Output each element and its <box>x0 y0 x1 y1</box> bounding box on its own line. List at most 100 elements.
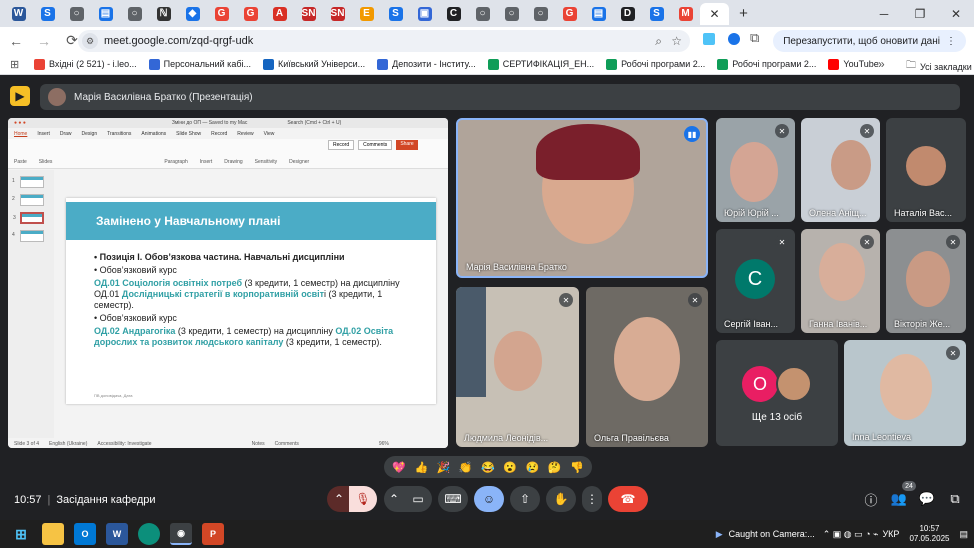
reaction-emoji[interactable]: 😢 <box>526 461 540 474</box>
browser-tab[interactable]: ○ <box>120 3 149 25</box>
file-explorer-icon[interactable] <box>42 523 64 545</box>
apps-grid-icon[interactable]: ⊞ <box>10 58 24 71</box>
extension-icon[interactable] <box>728 33 740 45</box>
edge-icon[interactable] <box>138 523 160 545</box>
info-icon[interactable]: ⓘ <box>860 488 882 510</box>
browser-tab[interactable]: ▤ <box>584 3 613 25</box>
chrome-icon[interactable]: ◉ <box>170 523 192 545</box>
presentation-icon[interactable]: ▶ <box>10 86 30 106</box>
browser-tab[interactable]: SN <box>294 3 323 25</box>
keyboard-lang[interactable]: УКР <box>882 529 899 539</box>
browser-tab[interactable]: G <box>236 3 265 25</box>
others-tile[interactable]: О Ще 13 осіб <box>716 340 838 446</box>
bookmarks-more-icon[interactable]: » <box>878 57 885 71</box>
browser-tab[interactable]: SN <box>323 3 352 25</box>
reaction-emoji[interactable]: 🤔 <box>548 461 562 474</box>
leave-call-button[interactable]: ☎ <box>608 486 648 512</box>
active-tab[interactable]: ✕ <box>700 2 729 25</box>
browser-tab[interactable]: E <box>352 3 381 25</box>
all-bookmarks-folder[interactable]: 🗀 Усі закладки <box>906 58 972 75</box>
bookmark-star-icon[interactable]: ☆ <box>671 34 682 48</box>
browser-tab[interactable]: G <box>207 3 236 25</box>
browser-tab[interactable]: D <box>613 3 642 25</box>
browser-tab[interactable]: ▣ <box>410 3 439 25</box>
browser-tab[interactable]: ℕ <box>149 3 178 25</box>
camera-button[interactable]: ▭ <box>404 486 432 512</box>
url-text[interactable]: meet.google.com/zqd-qrgf-udk <box>104 35 253 47</box>
browser-tab[interactable]: ○ <box>497 3 526 25</box>
browser-tab[interactable]: ○ <box>468 3 497 25</box>
new-tab-button[interactable]: + <box>729 3 758 25</box>
participant-tile[interactable]: С ✕ Сергій Іван... <box>716 229 795 333</box>
browser-tab[interactable]: ○ <box>526 3 555 25</box>
address-bar[interactable]: ⚙ meet.google.com/zqd-qrgf-udk ⌕ ☆ <box>78 30 690 52</box>
people-icon[interactable]: 👥 <box>888 488 910 510</box>
browser-tab[interactable]: S <box>381 3 410 25</box>
participant-tile[interactable]: ✕ Ольга Правільєва <box>586 287 708 447</box>
bookmark-item[interactable]: Робочі програми 2... <box>717 58 816 70</box>
bookmark-item[interactable]: Робочі програми 2... <box>606 58 705 70</box>
relaunch-button[interactable]: Перезапустити, щоб оновити дані ⋮ <box>773 30 966 52</box>
reaction-emoji[interactable]: 🎉 <box>437 461 451 474</box>
participant-tile[interactable]: ✕ Inna Leontieva <box>844 340 966 446</box>
participant-tile[interactable]: Наталія Вас... <box>886 118 966 222</box>
bookmark-item[interactable]: Вхідні (2 521) - i.leo... <box>34 58 137 70</box>
back-arrow-icon[interactable]: ← <box>4 29 28 53</box>
camera-options-button[interactable]: ⌃ <box>384 486 404 512</box>
browser-tab[interactable]: S <box>33 3 62 25</box>
participant-tile[interactable]: ✕ Людмила Леонідів... <box>456 287 579 447</box>
browser-tab[interactable]: C <box>439 3 468 25</box>
participant-tile[interactable]: ✕ Юрій Юрій ... <box>716 118 795 222</box>
close-tab-icon[interactable]: ✕ <box>709 7 719 21</box>
activities-icon[interactable]: ⧉ <box>944 488 966 510</box>
raise-hand-button[interactable]: ✋ <box>546 486 576 512</box>
powerpoint-icon[interactable]: P <box>202 523 224 545</box>
bookmark-item[interactable]: Персональний кабі... <box>148 58 251 70</box>
close-window-icon[interactable]: ✕ <box>938 0 974 27</box>
maximize-icon[interactable]: ❐ <box>902 0 938 27</box>
reaction-emoji[interactable]: 😂 <box>481 461 495 474</box>
mic-off-button[interactable]: 🎙 <box>349 486 377 512</box>
notifications-icon[interactable]: ▤ <box>959 529 968 540</box>
plus-icon[interactable]: + <box>739 5 748 22</box>
clock[interactable]: 10:57 07.05.2025 <box>909 524 949 544</box>
zoom-search-icon[interactable]: ⌕ <box>655 34 662 49</box>
tray-icons[interactable]: ⌃ ▣ ◍ ▭ ◔ ⌁ <box>823 529 879 540</box>
reaction-emoji[interactable]: 👍 <box>414 461 428 474</box>
tray-notification[interactable]: Caught on Camera:... <box>729 529 815 539</box>
browser-tab[interactable]: M <box>671 3 700 25</box>
mic-options-button[interactable]: ⌃ <box>327 486 351 512</box>
browser-tab[interactable]: ◆ <box>178 3 207 25</box>
forward-arrow-icon[interactable]: → <box>32 29 56 53</box>
participant-tile[interactable]: ✕ Ганна Іванів... <box>801 229 880 333</box>
reaction-emoji[interactable]: 👏 <box>459 461 473 474</box>
browser-tab[interactable]: W <box>4 3 33 25</box>
participant-tile[interactable]: ✕ Олена Аніщ... <box>801 118 880 222</box>
reaction-emoji[interactable]: 😮 <box>503 461 517 474</box>
reaction-emoji[interactable]: 👎 <box>570 461 584 474</box>
present-button[interactable]: ⇧ <box>510 486 540 512</box>
participant-tile-speaker[interactable]: ▮▮ Марія Василівна Братко <box>456 118 708 278</box>
bookmark-item[interactable]: Київський Універси... <box>262 58 365 70</box>
browser-tab[interactable]: ○ <box>62 3 91 25</box>
outlook-icon[interactable]: O <box>74 523 96 545</box>
windows-start-icon[interactable]: ⊞ <box>10 523 32 545</box>
more-options-button[interactable]: ⋮ <box>582 486 602 512</box>
reaction-emoji[interactable]: 💖 <box>392 461 406 474</box>
reactions-button[interactable]: ☺ <box>474 486 504 512</box>
minimize-icon[interactable]: ─ <box>866 0 902 27</box>
captions-button[interactable]: ⌨ <box>438 486 468 512</box>
bookmark-item[interactable]: YouTube <box>828 58 879 70</box>
bookmark-item[interactable]: Депозити - Інститу... <box>377 58 476 70</box>
bookmark-item[interactable]: СЕРТИФІКАЦІЯ_ЕН... <box>487 58 594 70</box>
site-info-icon[interactable]: ⚙ <box>82 33 98 49</box>
browser-tab[interactable]: G <box>555 3 584 25</box>
extensions-puzzle-icon[interactable]: ⧉ <box>750 30 759 46</box>
browser-tab[interactable]: S <box>642 3 671 25</box>
extension-icon[interactable] <box>703 33 715 45</box>
participant-tile[interactable]: ✕ Вікторія Же... <box>886 229 966 333</box>
word-icon[interactable]: W <box>106 523 128 545</box>
browser-tab[interactable]: A <box>265 3 294 25</box>
more-vert-icon[interactable]: ⋮ <box>946 36 956 47</box>
chat-icon[interactable]: 💬 <box>916 488 938 510</box>
